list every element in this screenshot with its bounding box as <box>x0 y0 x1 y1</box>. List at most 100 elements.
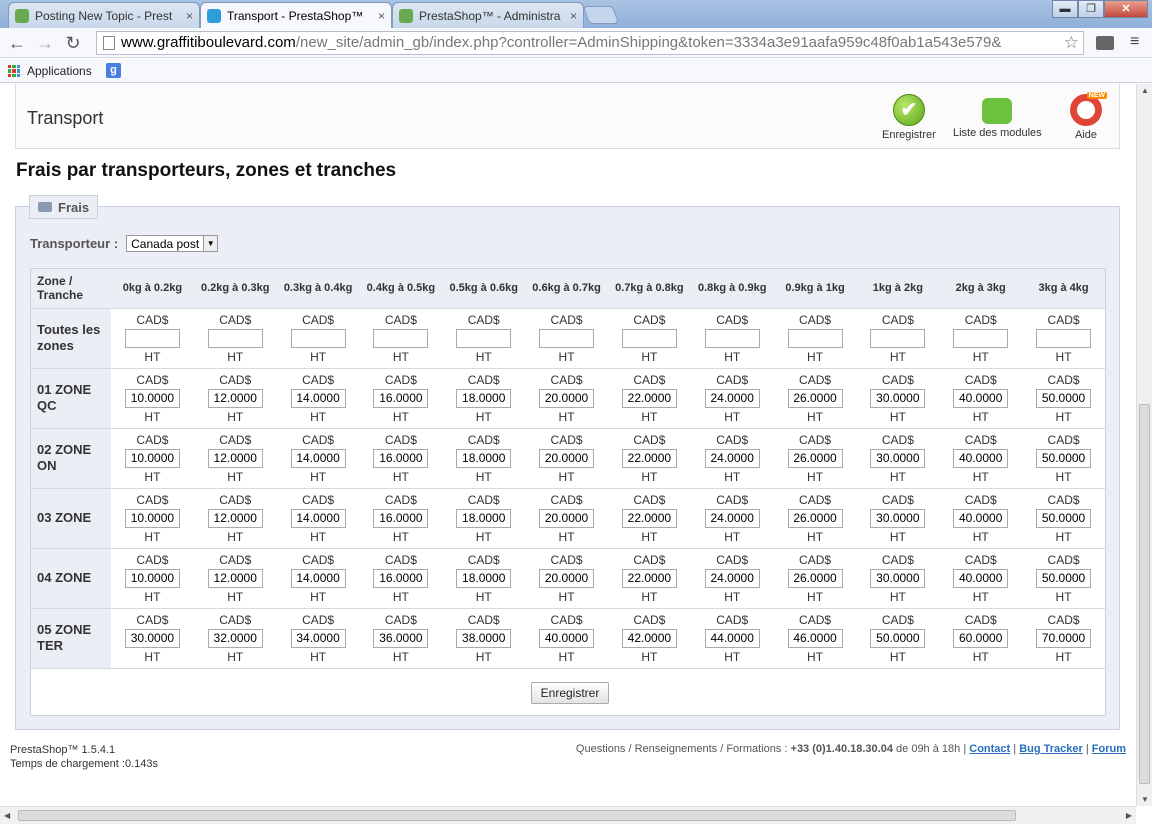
fee-input[interactable] <box>870 508 926 528</box>
save-button[interactable]: Enregistrer <box>531 682 609 704</box>
fee-input[interactable] <box>621 448 677 468</box>
minimize-button[interactable]: ▬ <box>1052 0 1078 18</box>
fee-input[interactable] <box>621 508 677 528</box>
chrome-menu-icon[interactable]: ≡ <box>1130 33 1139 51</box>
fee-input[interactable] <box>539 568 595 588</box>
fee-input[interactable] <box>787 328 843 348</box>
tab-transport[interactable]: Transport - PrestaShop™ × <box>200 2 392 28</box>
scroll-right-icon[interactable]: ▶ <box>1126 811 1132 820</box>
fee-input[interactable] <box>124 568 180 588</box>
fee-input[interactable] <box>290 448 346 468</box>
fee-input[interactable] <box>207 388 263 408</box>
fee-input[interactable] <box>704 328 760 348</box>
fee-input[interactable] <box>539 508 595 528</box>
fee-input[interactable] <box>704 448 760 468</box>
fee-input[interactable] <box>1036 448 1092 468</box>
fee-input[interactable] <box>1036 508 1092 528</box>
fee-input[interactable] <box>539 388 595 408</box>
help-button[interactable]: NEW Aide <box>1070 92 1107 141</box>
fee-input[interactable] <box>621 628 677 648</box>
fee-input[interactable] <box>621 388 677 408</box>
fee-input[interactable] <box>207 628 263 648</box>
fee-input[interactable] <box>1036 628 1092 648</box>
close-tab-icon[interactable]: × <box>570 9 577 23</box>
fee-input[interactable] <box>870 448 926 468</box>
modules-list-button[interactable]: Liste des modules <box>953 94 1042 139</box>
fee-input[interactable] <box>704 628 760 648</box>
fee-input[interactable] <box>621 328 677 348</box>
close-tab-icon[interactable]: × <box>186 9 193 23</box>
carrier-select[interactable]: Canada post ▼ <box>126 235 219 252</box>
fee-input[interactable] <box>953 388 1009 408</box>
fee-input[interactable] <box>456 448 512 468</box>
fee-input[interactable] <box>207 508 263 528</box>
fee-input[interactable] <box>373 388 429 408</box>
fee-input[interactable] <box>787 508 843 528</box>
scroll-left-icon[interactable]: ◀ <box>4 811 10 820</box>
fee-input[interactable] <box>953 448 1009 468</box>
fee-input[interactable] <box>953 328 1009 348</box>
bookmark-star-icon[interactable]: ☆ <box>1064 32 1079 54</box>
fee-input[interactable] <box>539 628 595 648</box>
fee-input[interactable] <box>456 328 512 348</box>
fee-input[interactable] <box>124 388 180 408</box>
fee-input[interactable] <box>207 448 263 468</box>
fee-input[interactable] <box>456 388 512 408</box>
fee-input[interactable] <box>456 568 512 588</box>
fee-input[interactable] <box>787 568 843 588</box>
horizontal-scroll-thumb[interactable] <box>18 810 1016 821</box>
close-tab-icon[interactable]: × <box>378 9 385 23</box>
forward-icon[interactable]: → <box>34 33 56 54</box>
extension-icon[interactable] <box>1096 36 1114 50</box>
fee-input[interactable] <box>870 568 926 588</box>
fee-input[interactable] <box>787 448 843 468</box>
fee-input[interactable] <box>787 388 843 408</box>
google-bookmark-icon[interactable]: g <box>106 63 121 78</box>
fee-input[interactable] <box>539 328 595 348</box>
fee-input[interactable] <box>704 508 760 528</box>
fee-input[interactable] <box>953 628 1009 648</box>
close-window-button[interactable]: ✕ <box>1104 0 1148 18</box>
fee-input[interactable] <box>207 328 263 348</box>
fee-input[interactable] <box>207 568 263 588</box>
fee-input[interactable] <box>373 448 429 468</box>
tab-posting-new-topic[interactable]: Posting New Topic - Prest × <box>8 2 200 28</box>
vertical-scrollbar[interactable]: ▲ ▼ <box>1136 84 1152 806</box>
reload-icon[interactable]: ↻ <box>62 33 84 54</box>
fee-input[interactable] <box>290 568 346 588</box>
fee-input[interactable] <box>539 448 595 468</box>
tab-prestashop-admin[interactable]: PrestaShop™ - Administra × <box>392 2 584 28</box>
fee-input[interactable] <box>290 388 346 408</box>
fee-input[interactable] <box>953 568 1009 588</box>
back-icon[interactable]: ← <box>6 33 28 54</box>
fee-input[interactable] <box>787 628 843 648</box>
fee-input[interactable] <box>1036 388 1092 408</box>
forum-link[interactable]: Forum <box>1092 743 1126 755</box>
fee-input[interactable] <box>456 628 512 648</box>
fee-input[interactable] <box>870 328 926 348</box>
fee-input[interactable] <box>870 388 926 408</box>
fee-input[interactable] <box>290 328 346 348</box>
fee-input[interactable] <box>870 628 926 648</box>
fee-input[interactable] <box>373 628 429 648</box>
fee-input[interactable] <box>704 568 760 588</box>
horizontal-scrollbar[interactable]: ◀ ▶ <box>0 806 1136 824</box>
fee-input[interactable] <box>373 568 429 588</box>
fee-input[interactable] <box>456 508 512 528</box>
address-bar[interactable]: www.graffitiboulevard.com/new_site/admin… <box>96 31 1084 55</box>
vertical-scroll-thumb[interactable] <box>1139 404 1150 784</box>
fee-input[interactable] <box>124 448 180 468</box>
fee-input[interactable] <box>704 388 760 408</box>
contact-link[interactable]: Contact <box>969 743 1010 755</box>
fee-input[interactable] <box>1036 568 1092 588</box>
fee-input[interactable] <box>290 508 346 528</box>
apps-bookmark[interactable]: Applications <box>8 64 92 78</box>
fee-input[interactable] <box>1036 328 1092 348</box>
maximize-button[interactable]: ❐ <box>1078 0 1104 18</box>
save-toolbar-button[interactable]: ✔ Enregistrer <box>882 94 936 141</box>
fee-input[interactable] <box>124 628 180 648</box>
fee-input[interactable] <box>290 628 346 648</box>
new-tab-button[interactable] <box>582 6 620 24</box>
scroll-down-icon[interactable]: ▼ <box>1141 795 1149 804</box>
scroll-up-icon[interactable]: ▲ <box>1141 86 1149 95</box>
